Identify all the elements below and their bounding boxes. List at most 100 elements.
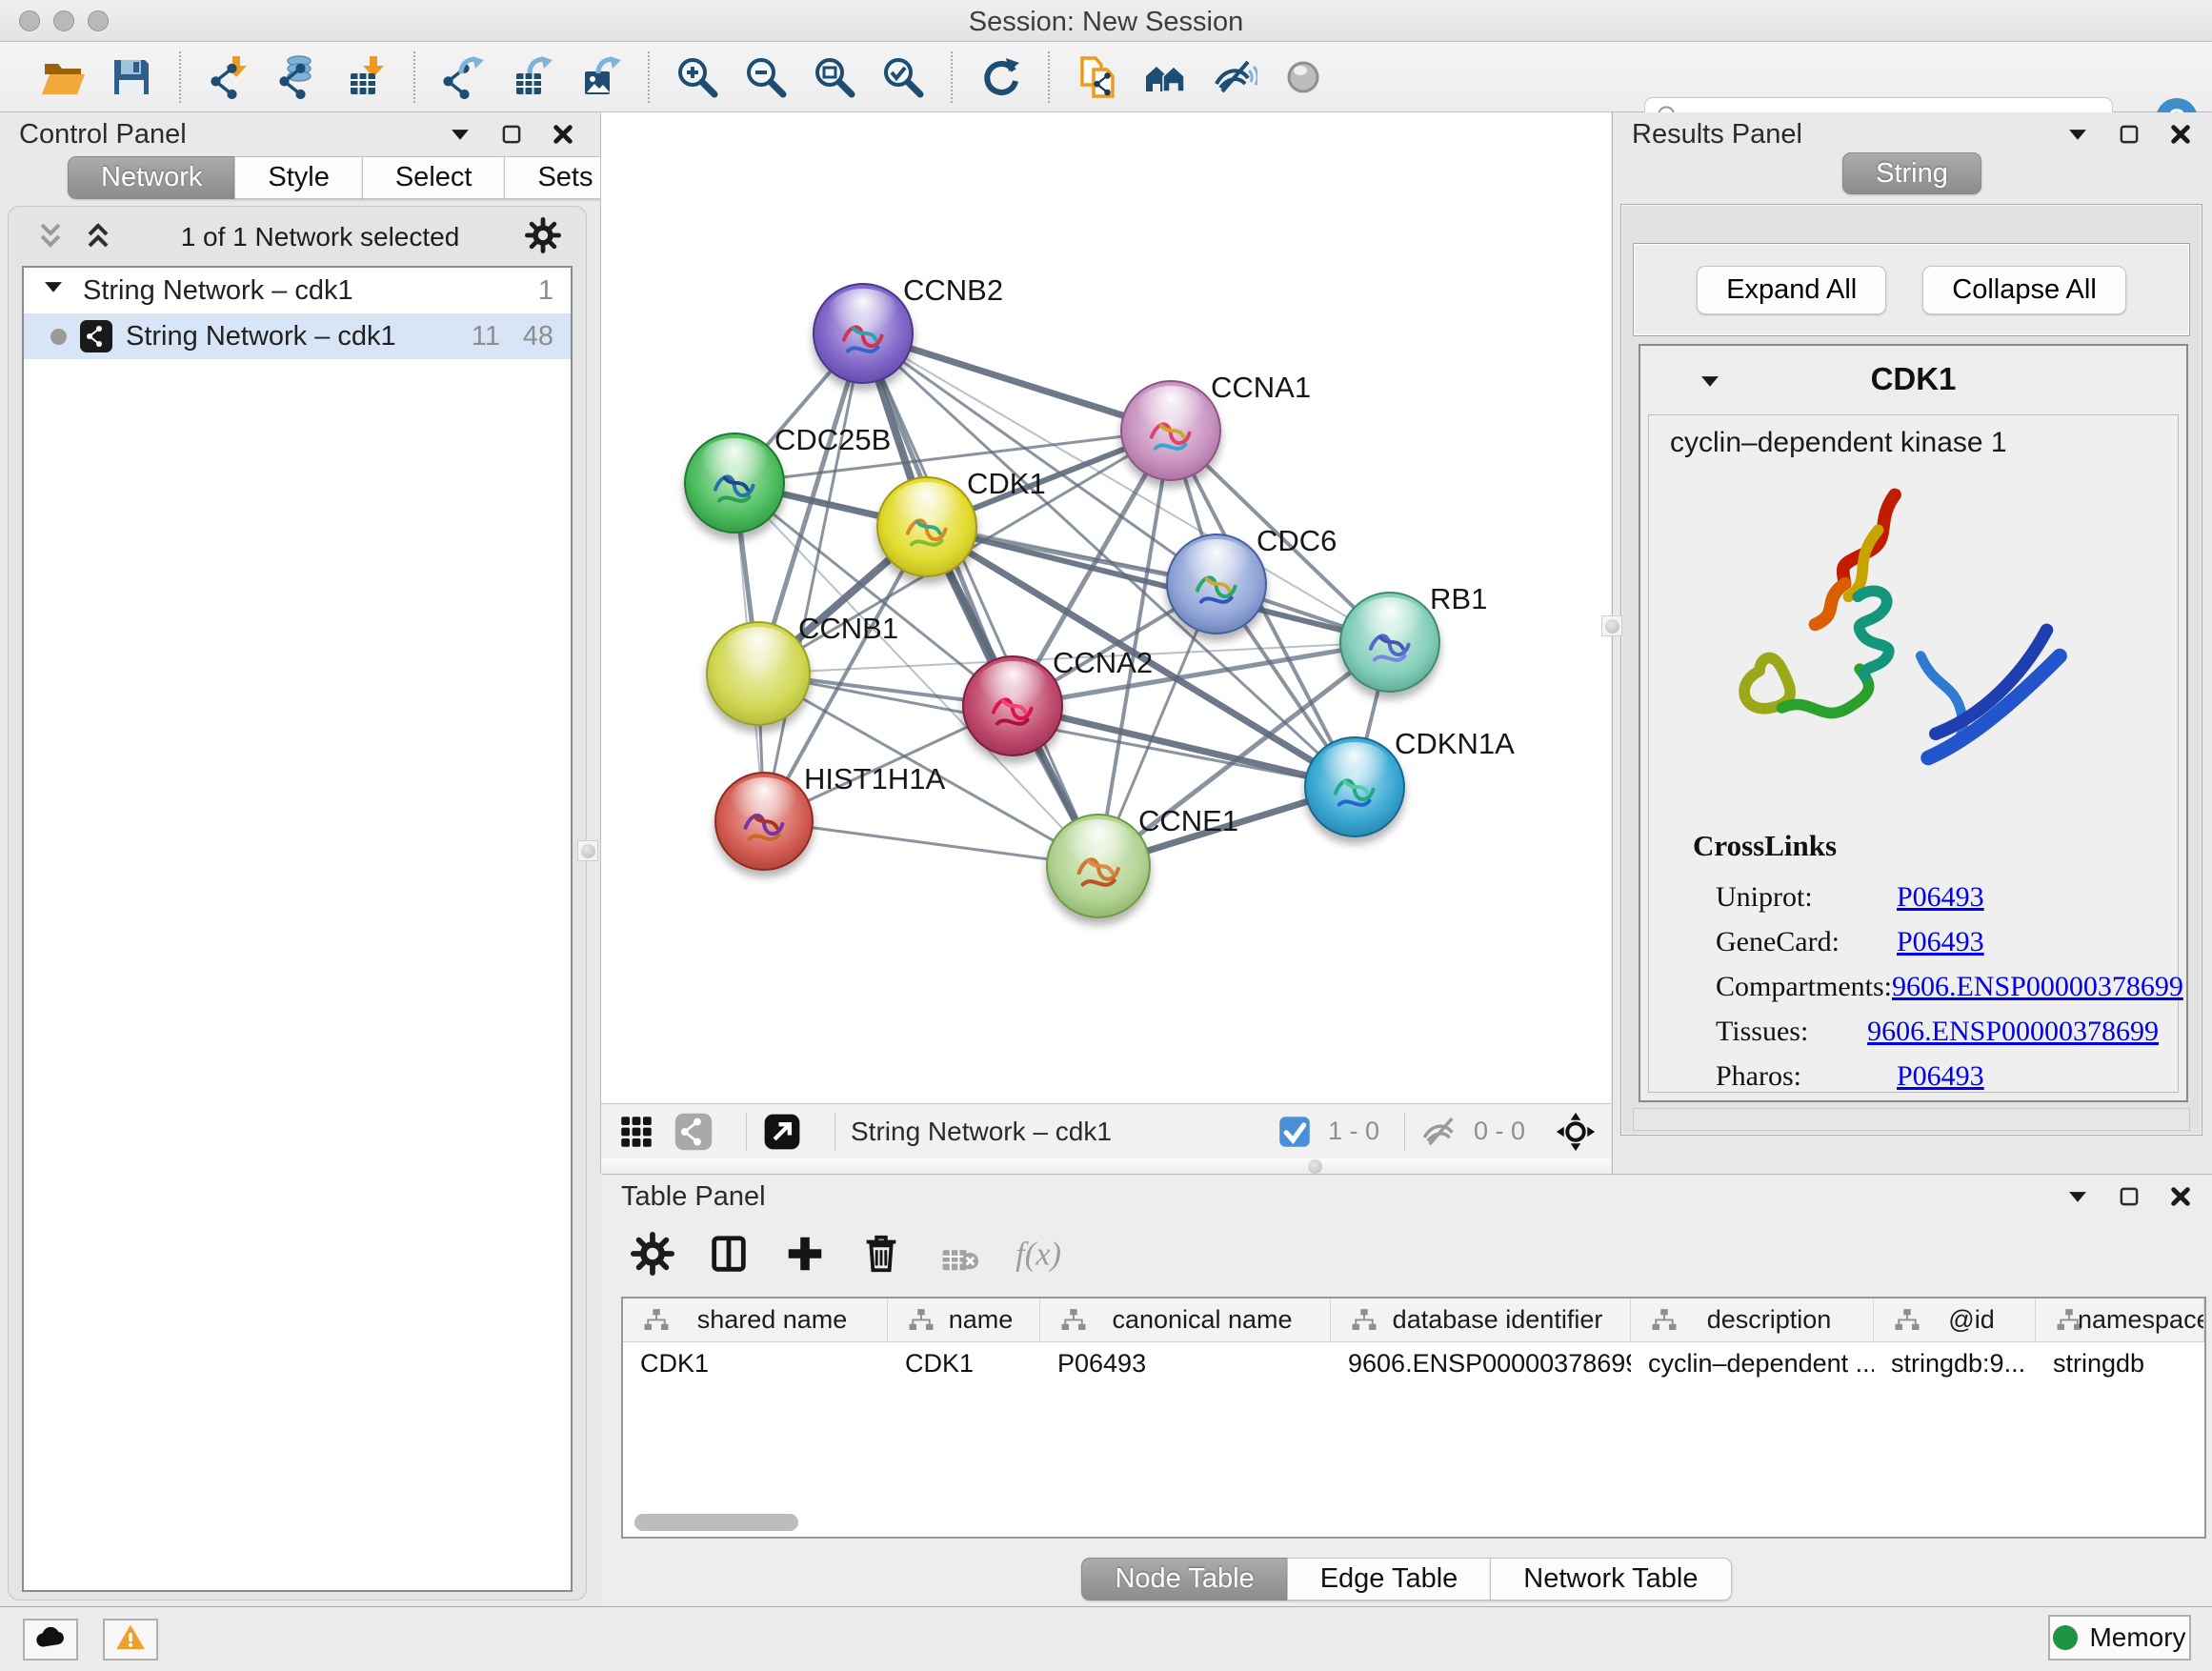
- crosslink-link[interactable]: P06493: [1897, 1060, 1984, 1093]
- expand-all-button[interactable]: Expand All: [1697, 266, 1886, 314]
- horizontal-splitter[interactable]: [601, 1158, 1611, 1174]
- tab-select[interactable]: Select: [362, 156, 506, 199]
- show-grid-icon[interactable]: [616, 1112, 656, 1152]
- duplicate-network-icon[interactable]: [1070, 50, 1125, 105]
- refresh-icon[interactable]: [973, 50, 1028, 105]
- node-result-header[interactable]: CDK1: [1640, 346, 2186, 413]
- column-header-shared-name[interactable]: shared name: [623, 1299, 888, 1341]
- zoom-fit-icon[interactable]: [807, 50, 862, 105]
- panel-float-icon[interactable]: [499, 122, 524, 147]
- column-header-name[interactable]: name: [888, 1299, 1040, 1341]
- table-horizontal-scrollbar[interactable]: [634, 1514, 798, 1531]
- network-node-CDK1[interactable]: [876, 476, 977, 577]
- collapse-entry-icon[interactable]: [1698, 369, 1722, 398]
- table-cell[interactable]: CDK1: [623, 1342, 888, 1384]
- column-header-description[interactable]: description: [1631, 1299, 1874, 1341]
- birdseye-view-icon[interactable]: [762, 1112, 802, 1152]
- results-scrollbar-track[interactable]: [1633, 1108, 2190, 1131]
- network-edge[interactable]: [1013, 706, 1355, 787]
- hide-eye-icon[interactable]: [1207, 50, 1262, 105]
- tab-string[interactable]: String: [1842, 152, 1981, 194]
- tab-network-table[interactable]: Network Table: [1490, 1558, 1731, 1601]
- panel-close-icon[interactable]: [551, 122, 575, 147]
- collapse-all-icon[interactable]: [33, 218, 68, 257]
- network-node-CCNB2[interactable]: [813, 283, 914, 384]
- network-node-HIST1H1A[interactable]: [714, 772, 814, 871]
- network-node-CDC6[interactable]: [1166, 534, 1267, 634]
- open-session-icon[interactable]: [35, 50, 90, 105]
- network-canvas[interactable]: CCNB2 CCNA1 CDC25B CDK1 CDC6 RB1CCNB1: [601, 112, 1611, 1103]
- zoom-out-icon[interactable]: [738, 50, 794, 105]
- import-network-file-icon[interactable]: [201, 50, 256, 105]
- columns-icon[interactable]: [707, 1232, 751, 1280]
- export-network-icon[interactable]: [435, 50, 491, 105]
- network-collection-row[interactable]: String Network – cdk1 1: [24, 268, 571, 313]
- import-table-icon[interactable]: [338, 50, 393, 105]
- network-node-CCNE1[interactable]: [1046, 814, 1151, 918]
- plus-icon[interactable]: [783, 1232, 827, 1280]
- table-cell[interactable]: CDK1: [888, 1342, 1040, 1384]
- table-row[interactable]: CDK1CDK1P064939606.ENSP00000378699cyclin…: [623, 1342, 2204, 1384]
- control-panel-tabs: NetworkStyleSelectSets: [69, 156, 626, 199]
- column-header-database-identifier[interactable]: database identifier: [1331, 1299, 1631, 1341]
- expand-all-icon[interactable]: [81, 218, 115, 257]
- panel-close-icon[interactable]: [2168, 122, 2193, 147]
- network-node-CCNA2[interactable]: [962, 655, 1063, 756]
- collection-expand-icon[interactable]: [41, 274, 66, 307]
- right-splitter-handle[interactable]: [1601, 615, 1622, 636]
- control-panel: Control Panel NetworkStyleSelectSets 1 o…: [0, 112, 594, 1606]
- hidden-eye-icon[interactable]: [1420, 1112, 1460, 1152]
- trash-icon[interactable]: [859, 1232, 903, 1280]
- column-header-id[interactable]: @id: [1874, 1299, 2036, 1341]
- panel-close-icon[interactable]: [2168, 1184, 2193, 1209]
- network-edge[interactable]: [764, 333, 863, 821]
- crosslink-link[interactable]: 9606.ENSP00000378699: [1867, 1016, 2159, 1048]
- warning-status-button[interactable]: [103, 1619, 158, 1661]
- panel-float-icon[interactable]: [2117, 122, 2142, 147]
- tab-network[interactable]: Network: [68, 156, 235, 199]
- table-cell[interactable]: cyclin–dependent ...: [1631, 1342, 1874, 1384]
- export-image-icon[interactable]: [573, 50, 628, 105]
- panel-menu-icon[interactable]: [2065, 122, 2090, 147]
- table-delete-icon[interactable]: [935, 1232, 979, 1280]
- zoom-selected-icon[interactable]: [875, 50, 931, 105]
- table-cell[interactable]: stringdb:9...: [1874, 1342, 2036, 1384]
- gear-icon[interactable]: [631, 1232, 674, 1280]
- save-session-icon[interactable]: [104, 50, 159, 105]
- table-cell[interactable]: stringdb: [2036, 1342, 2204, 1384]
- zoom-in-icon[interactable]: [670, 50, 725, 105]
- network-node-CDKN1A[interactable]: [1304, 736, 1405, 837]
- selected-checkbox-icon[interactable]: [1275, 1112, 1315, 1152]
- inactive-eye-icon[interactable]: [1276, 50, 1331, 105]
- crosslink-link[interactable]: P06493: [1897, 926, 1984, 958]
- memory-button[interactable]: Memory: [2048, 1615, 2191, 1661]
- network-node-CCNB1[interactable]: [706, 621, 811, 726]
- panel-menu-icon[interactable]: [2065, 1184, 2090, 1209]
- network-row[interactable]: String Network – cdk1 11 48: [24, 313, 571, 359]
- string-home-icon[interactable]: [1138, 50, 1194, 105]
- network-node-RB1[interactable]: [1339, 592, 1440, 693]
- table-cell[interactable]: P06493: [1040, 1342, 1331, 1384]
- tab-node-table[interactable]: Node Table: [1081, 1558, 1287, 1601]
- column-header-canonical-name[interactable]: canonical name: [1040, 1299, 1331, 1341]
- left-splitter-handle[interactable]: [577, 840, 598, 861]
- import-network-database-icon[interactable]: [270, 50, 325, 105]
- network-options-gear-icon[interactable]: [525, 217, 561, 258]
- tab-edge-table[interactable]: Edge Table: [1287, 1558, 1492, 1601]
- panel-menu-icon[interactable]: [448, 122, 473, 147]
- fx-icon[interactable]: f(x): [1012, 1232, 1071, 1280]
- network-node-CCNA1[interactable]: [1120, 380, 1221, 481]
- collapse-all-button[interactable]: Collapse All: [1922, 266, 2126, 314]
- panel-float-icon[interactable]: [2117, 1184, 2142, 1209]
- export-table-icon[interactable]: [504, 50, 559, 105]
- tab-style[interactable]: Style: [234, 156, 362, 199]
- cloud-status-button[interactable]: [23, 1619, 78, 1661]
- network-type-icon[interactable]: [674, 1112, 714, 1152]
- table-cell[interactable]: 9606.ENSP00000378699: [1331, 1342, 1631, 1384]
- node-description: cyclin–dependent kinase 1: [1649, 415, 2178, 459]
- crosslink-link[interactable]: 9606.ENSP00000378699: [1892, 971, 2183, 1003]
- fit-selected-crosshair-icon[interactable]: [1556, 1112, 1596, 1152]
- crosslink-link[interactable]: P06493: [1897, 881, 1984, 914]
- column-header-namespace[interactable]: namespace: [2036, 1299, 2204, 1341]
- network-node-CDC25B[interactable]: [684, 433, 785, 534]
